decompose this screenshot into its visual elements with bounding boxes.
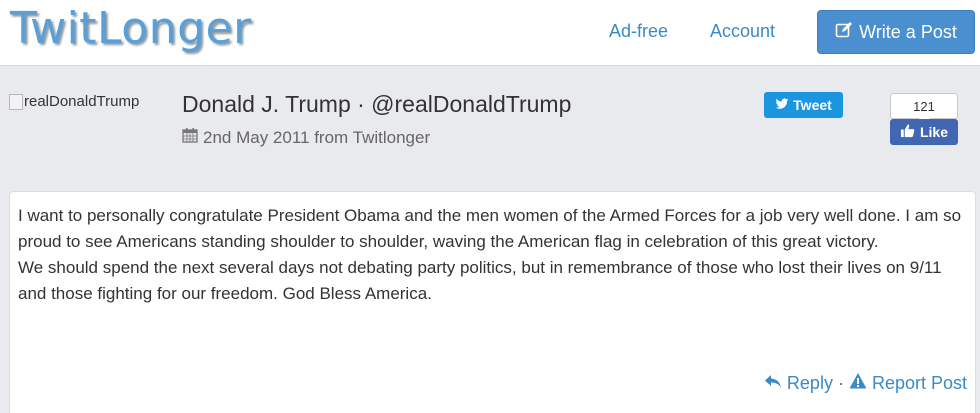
tweet-label: Tweet xyxy=(793,97,832,113)
like-label: Like xyxy=(919,124,948,140)
reply-arrow-icon xyxy=(764,372,782,395)
write-post-button[interactable]: Write a Post xyxy=(817,10,975,54)
edit-icon xyxy=(835,21,853,44)
calendar-icon xyxy=(182,127,198,149)
twitter-bird-icon xyxy=(775,97,789,114)
report-post-link[interactable]: Report Post xyxy=(849,372,967,395)
nav-link-ad-free[interactable]: Ad-free xyxy=(609,20,668,42)
tweet-button[interactable]: Tweet xyxy=(764,92,843,118)
like-button[interactable]: Like xyxy=(890,119,958,145)
post-paragraph: We should spend the next several days no… xyxy=(18,258,942,303)
actions-separator: · xyxy=(837,373,844,393)
write-post-label: Write a Post xyxy=(859,21,957,42)
post-date-source: 2nd May 2011 from Twitlonger xyxy=(203,128,431,147)
report-post-label: Report Post xyxy=(871,373,967,393)
avatar-alt-text: realDonaldTrump xyxy=(24,93,140,110)
post-paragraph: I want to personally congratulate Presid… xyxy=(18,206,962,251)
post-body: I want to personally congratulate Presid… xyxy=(18,203,968,307)
reply-label: Reply xyxy=(786,373,833,393)
author-name[interactable]: Donald J. Trump · @realDonaldTrump xyxy=(182,90,571,118)
post-card: I want to personally congratulate Presid… xyxy=(9,191,976,413)
like-count: 121 xyxy=(890,93,958,119)
navbar: TwitLonger Ad-free Account Write a Post xyxy=(0,0,980,66)
thumbs-up-icon xyxy=(900,123,915,141)
reply-link[interactable]: Reply xyxy=(764,372,833,395)
warning-icon xyxy=(849,372,867,395)
post-actions: Reply · Report Post xyxy=(764,372,967,395)
post-meta: 2nd May 2011 from Twitlonger xyxy=(182,127,430,149)
site-logo[interactable]: TwitLonger xyxy=(10,1,252,57)
avatar[interactable]: realDonaldTrump xyxy=(9,93,139,110)
nav-link-account[interactable]: Account xyxy=(710,20,775,42)
broken-image-icon xyxy=(9,93,23,110)
